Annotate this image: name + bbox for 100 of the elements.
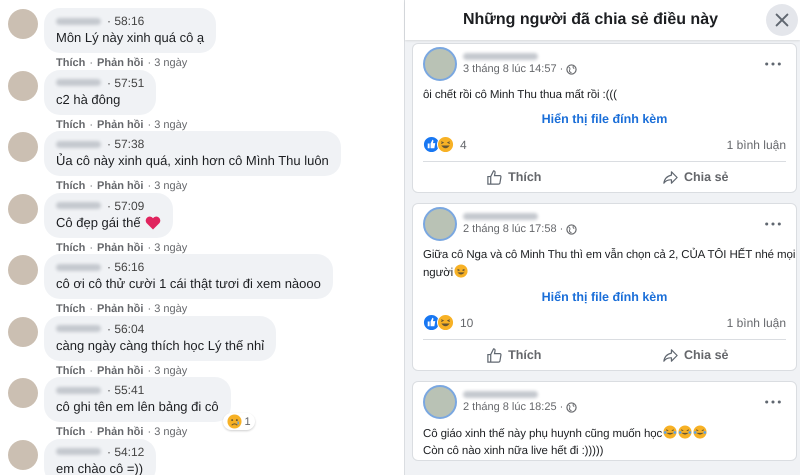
more-options-icon[interactable] — [764, 222, 782, 226]
avatar-placeholder — [8, 440, 38, 470]
like-button[interactable]: Thích — [423, 340, 604, 370]
comment-time: · 57:51 — [107, 76, 144, 90]
blurred-name — [56, 140, 101, 148]
blurred-name — [56, 18, 101, 24]
separator-dot: · — [89, 242, 94, 254]
blurred-name — [56, 386, 101, 394]
share-button[interactable]: Chia sẻ — [604, 162, 786, 192]
post-text: ôi chết rồi cô Minh Thu thua mất rồi :((( — [423, 89, 617, 101]
comment-time: · 55:41 — [107, 383, 144, 397]
reply-link[interactable]: Phản hồi — [97, 303, 144, 315]
avatar-placeholder — [8, 70, 38, 100]
blurred-name — [56, 202, 101, 209]
close-icon — [773, 11, 791, 29]
globe-icon — [566, 224, 578, 234]
comment-time: · 58:16 — [107, 14, 144, 28]
avatar-placeholder — [423, 47, 457, 81]
laughing-emoji-icon — [663, 425, 678, 439]
avatar-placeholder — [423, 385, 457, 419]
comment-age: · 3 ngày — [147, 57, 188, 69]
comment-text: càng ngày càng thích học Lý thế nhỉ — [56, 336, 264, 354]
globe-icon — [566, 64, 578, 74]
reply-link[interactable]: Phản hồi — [97, 180, 144, 192]
reply-link[interactable]: Phản hồi — [97, 118, 144, 130]
avatar-placeholder — [8, 132, 38, 162]
comment-text: c2 hà đông — [56, 90, 120, 108]
separator-dot: · — [89, 303, 94, 315]
reply-link[interactable]: Phản hồi — [97, 364, 144, 376]
laughing-reaction-icon — [437, 314, 454, 331]
comment-time: · 57:38 — [107, 137, 144, 151]
globe-icon — [566, 402, 578, 412]
thumbs-up-icon — [486, 346, 504, 364]
like-link[interactable]: Thích — [56, 57, 86, 69]
comment-text: Môn Lý này xinh quá cô ạ — [56, 29, 204, 47]
blurred-name — [56, 325, 101, 332]
smiling-emoji-icon — [454, 264, 468, 278]
post-text: Còn cô nào xinh nữa live hết đi :))))) — [423, 445, 604, 457]
reaction-count[interactable]: 4 — [460, 138, 467, 152]
comment-age: · 3 ngày — [147, 303, 188, 315]
avatar-placeholder — [8, 255, 38, 285]
comment-age: · 3 ngày — [147, 118, 188, 130]
separator-dot: · — [89, 180, 94, 192]
post-text: Giữa cô Nga và cô Minh Thu thì em vẫn chọn cả 2, CỦA TÔI HẾT nhé mọi — [423, 249, 796, 261]
dialog-title: Những người đã chia sẻ điều này — [462, 11, 718, 29]
blurred-name — [56, 448, 101, 455]
comment-time: · 54:12 — [107, 444, 144, 458]
avatar-placeholder — [423, 207, 457, 241]
comment-time: · 57:09 — [107, 198, 144, 212]
reply-link[interactable]: Phản hồi — [97, 426, 144, 438]
comment-time: · 56:16 — [107, 260, 144, 274]
attachment-link[interactable]: Hiển thị file đính kèm — [423, 104, 786, 136]
avatar-placeholder — [8, 194, 38, 224]
comment-text: Cô đẹp gái thế — [56, 214, 141, 232]
reaction-count[interactable]: 10 — [460, 316, 474, 330]
share-button[interactable]: Chia sẻ — [604, 340, 786, 370]
laughing-emoji-icon — [678, 425, 692, 439]
close-button[interactable] — [766, 4, 798, 36]
separator-dot: · — [89, 118, 94, 130]
laughing-emoji-icon — [693, 425, 708, 439]
blurred-name — [56, 264, 101, 270]
reply-link[interactable]: Phản hồi — [97, 242, 144, 254]
attachment-link[interactable]: Hiển thị file đính kèm — [423, 282, 786, 314]
heart-icon — [144, 216, 161, 230]
thumbs-up-icon — [486, 168, 504, 186]
like-link[interactable]: Thích — [56, 303, 86, 315]
reply-link[interactable]: Phản hồi — [97, 57, 144, 69]
comment-text: Ủa cô này xinh quá, xinh hơn cô Mình Thu luôn — [56, 152, 329, 170]
post-time[interactable]: 2 tháng 8 lúc 17:58 · — [463, 223, 564, 235]
more-options-icon[interactable] — [764, 62, 782, 66]
separator-dot: · — [89, 57, 94, 69]
comment-age: · 3 ngày — [147, 242, 188, 254]
comment-age: · 3 ngày — [147, 180, 188, 192]
laughing-reaction-icon — [437, 136, 454, 153]
blurred-name — [56, 79, 101, 86]
like-link[interactable]: Thích — [56, 118, 86, 130]
share-arrow-icon — [662, 168, 680, 186]
post-text: người — [423, 267, 454, 279]
post-text: Cô giáo xinh thế này phụ huynh cũng muốn học — [423, 428, 662, 440]
comment-age: · 3 ngày — [147, 364, 188, 376]
reaction-chip[interactable]: 1 — [223, 413, 255, 430]
comment-text: cô ơi cô thử cười 1 cái thật tươi đi xem nàooo — [56, 275, 321, 293]
post-time[interactable]: 3 tháng 8 lúc 14:57 · — [463, 63, 564, 75]
more-options-icon[interactable] — [764, 400, 782, 404]
avatar-placeholder — [8, 378, 38, 408]
separator-dot: · — [89, 364, 94, 376]
comment-count[interactable]: 1 bình luận — [726, 138, 786, 152]
post-time[interactable]: 2 tháng 8 lúc 18:25 · — [463, 401, 564, 413]
comment-time: · 56:04 — [107, 322, 144, 336]
like-link[interactable]: Thích — [56, 242, 86, 254]
comment-text: em chào cô =)) — [56, 460, 144, 475]
comment-text: cô ghi tên em lên bảng đi cô — [56, 398, 219, 416]
like-button[interactable]: Thích — [423, 162, 604, 192]
like-link[interactable]: Thích — [56, 364, 86, 376]
comment-count[interactable]: 1 bình luận — [726, 316, 786, 330]
avatar-placeholder — [8, 9, 38, 39]
like-link[interactable]: Thích — [56, 426, 86, 438]
share-arrow-icon — [662, 346, 680, 364]
like-link[interactable]: Thích — [56, 180, 86, 192]
avatar-placeholder — [8, 316, 38, 346]
